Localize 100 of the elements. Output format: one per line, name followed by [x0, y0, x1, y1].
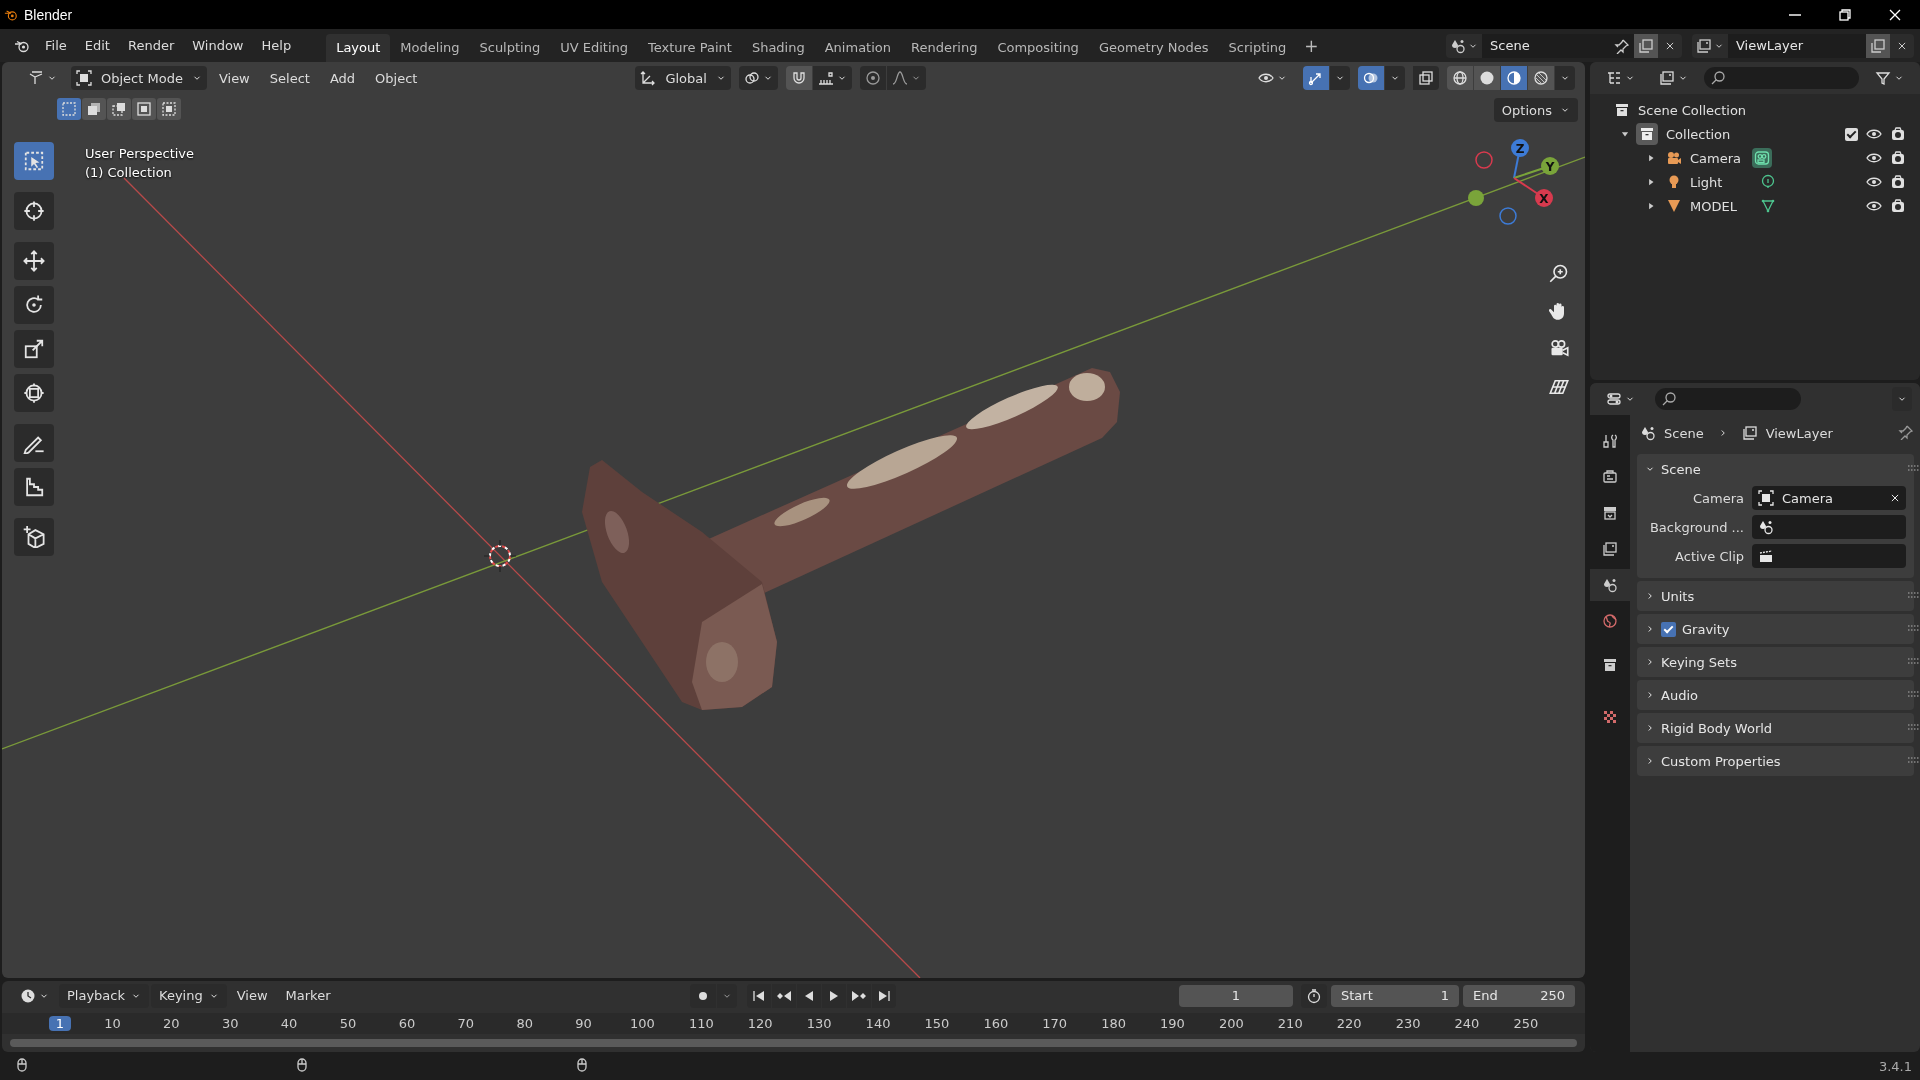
workspace-tab[interactable]: Rendering: [901, 34, 988, 62]
checkbox[interactable]: [1661, 621, 1676, 637]
menu-item[interactable]: View: [228, 983, 276, 1008]
workspace-tab[interactable]: Animation: [814, 34, 901, 62]
workspace-tab[interactable]: Geometry Nodes: [1088, 34, 1219, 62]
preview-range-button[interactable]: [1301, 983, 1327, 1008]
playback-button[interactable]: [847, 983, 872, 1008]
current-frame-field[interactable]: 1: [1179, 984, 1293, 1007]
workspace-tab[interactable]: UV Editing: [550, 34, 638, 62]
menu-item[interactable]: View: [210, 66, 258, 90]
tree-item[interactable]: Scene Collection: [1638, 102, 1747, 118]
menu-item[interactable]: Window: [183, 34, 253, 57]
tool-button[interactable]: [14, 330, 54, 368]
panel-title[interactable]: Scene: [1661, 461, 1701, 477]
object-data-icon[interactable]: [1760, 198, 1776, 214]
tool-button[interactable]: [14, 242, 54, 280]
snap-button[interactable]: [785, 66, 812, 90]
falloff-button[interactable]: [886, 66, 926, 90]
start-frame-field[interactable]: Start 1: [1331, 984, 1459, 1007]
expand-arrow-icon[interactable]: [1646, 177, 1656, 187]
current-frame-marker[interactable]: 1: [49, 1015, 71, 1031]
tree-item[interactable]: Light: [1690, 174, 1752, 190]
menu-item[interactable]: File: [36, 34, 76, 57]
playback-button[interactable]: [822, 983, 847, 1008]
navigation-gizmo[interactable]: Z Y X: [1464, 136, 1560, 236]
menu-item[interactable]: Select: [261, 66, 318, 90]
pivot-button[interactable]: [738, 66, 778, 90]
workspace-tab[interactable]: Compositing: [987, 34, 1089, 62]
breadcrumb-item[interactable]: Scene: [1664, 425, 1704, 441]
panel-title[interactable]: Gravity: [1682, 621, 1730, 637]
object-data-icon[interactable]: [1754, 150, 1770, 166]
menu-item[interactable]: Playback: [59, 983, 149, 1008]
field[interactable]: Camera: [1752, 486, 1906, 510]
select-mode-button[interactable]: [132, 98, 156, 120]
mode-dropdown[interactable]: Object Mode: [71, 66, 207, 90]
properties-tab[interactable]: [1590, 569, 1630, 601]
shading-button[interactable]: [1447, 66, 1473, 90]
select-mode-button[interactable]: [157, 98, 181, 120]
overlays-toggle[interactable]: [1358, 66, 1384, 90]
camera-icon[interactable]: [1890, 198, 1906, 214]
search-field[interactable]: [1704, 67, 1859, 89]
tree-item[interactable]: Camera: [1690, 150, 1752, 166]
workspace-tab[interactable]: Scripting: [1218, 34, 1297, 62]
tree-item[interactable]: Collection: [1666, 126, 1731, 142]
playback-button[interactable]: [872, 983, 897, 1008]
panel-title[interactable]: Audio: [1661, 687, 1698, 703]
select-mode-button[interactable]: [82, 98, 106, 120]
workspace-tab[interactable]: Layout: [326, 34, 391, 62]
checkbox[interactable]: [1845, 127, 1858, 141]
orientation-dropdown[interactable]: Global: [635, 66, 731, 90]
expand-arrow-icon[interactable]: [1646, 201, 1656, 211]
tree-item[interactable]: MODEL: [1690, 198, 1752, 214]
end-frame-field[interactable]: End 250: [1463, 984, 1575, 1007]
scrollbar[interactable]: [10, 1039, 1577, 1047]
breadcrumb-item[interactable]: ViewLayer: [1765, 425, 1833, 441]
shading-button[interactable]: [1474, 66, 1500, 90]
view-layer-selector[interactable]: ViewLayer: [1692, 33, 1914, 58]
playback-button[interactable]: [797, 983, 822, 1008]
workspace-tab[interactable]: Shading: [741, 34, 815, 62]
select-mode-button[interactable]: [57, 98, 81, 120]
tool-button[interactable]: [14, 518, 54, 556]
snap-mode-button[interactable]: [812, 66, 852, 90]
workspace-tab[interactable]: Texture Paint: [638, 34, 742, 62]
tool-button[interactable]: [14, 374, 54, 412]
tool-button[interactable]: [14, 468, 54, 506]
panel-title[interactable]: Custom Properties: [1661, 753, 1781, 769]
auto-key-button[interactable]: [690, 983, 717, 1008]
workspace-tab[interactable]: Modeling: [390, 34, 470, 62]
clear-icon[interactable]: [1890, 492, 1900, 503]
panel-title[interactable]: Units: [1661, 588, 1695, 604]
field[interactable]: [1752, 515, 1906, 539]
object-data-icon[interactable]: [1760, 174, 1776, 190]
shading-button[interactable]: [1501, 66, 1527, 90]
playback-button[interactable]: [747, 983, 772, 1008]
workspace-tab[interactable]: Sculpting: [469, 34, 551, 62]
proportional-button[interactable]: [859, 66, 886, 90]
menu-item[interactable]: Edit: [75, 34, 119, 57]
panel-title[interactable]: Keying Sets: [1661, 654, 1737, 670]
camera-icon[interactable]: [1890, 174, 1906, 190]
tool-button[interactable]: [14, 192, 54, 230]
search-field[interactable]: [1655, 388, 1801, 410]
expand-arrow-icon[interactable]: [1620, 129, 1630, 139]
menu-item[interactable]: Help: [252, 34, 301, 57]
menu-item[interactable]: Add: [321, 66, 364, 90]
options-dropdown[interactable]: Options: [1493, 98, 1578, 122]
add-workspace-button[interactable]: +: [1296, 35, 1327, 56]
select-mode-button[interactable]: [107, 98, 131, 120]
pin-icon[interactable]: [1898, 423, 1914, 440]
camera-icon[interactable]: [1890, 126, 1906, 142]
tool-button[interactable]: [14, 286, 54, 324]
gizmos-toggle[interactable]: [1303, 66, 1329, 90]
xray-toggle[interactable]: [1413, 66, 1439, 90]
expand-arrow-icon[interactable]: [1646, 153, 1656, 163]
tool-button[interactable]: [14, 424, 54, 462]
menu-item[interactable]: Object: [367, 66, 426, 90]
playback-button[interactable]: [772, 983, 797, 1008]
shading-button[interactable]: [1528, 66, 1554, 90]
camera-icon[interactable]: [1890, 150, 1906, 166]
scene-selector[interactable]: Scene: [1446, 33, 1682, 58]
menu-item[interactable]: Keying: [151, 983, 227, 1008]
